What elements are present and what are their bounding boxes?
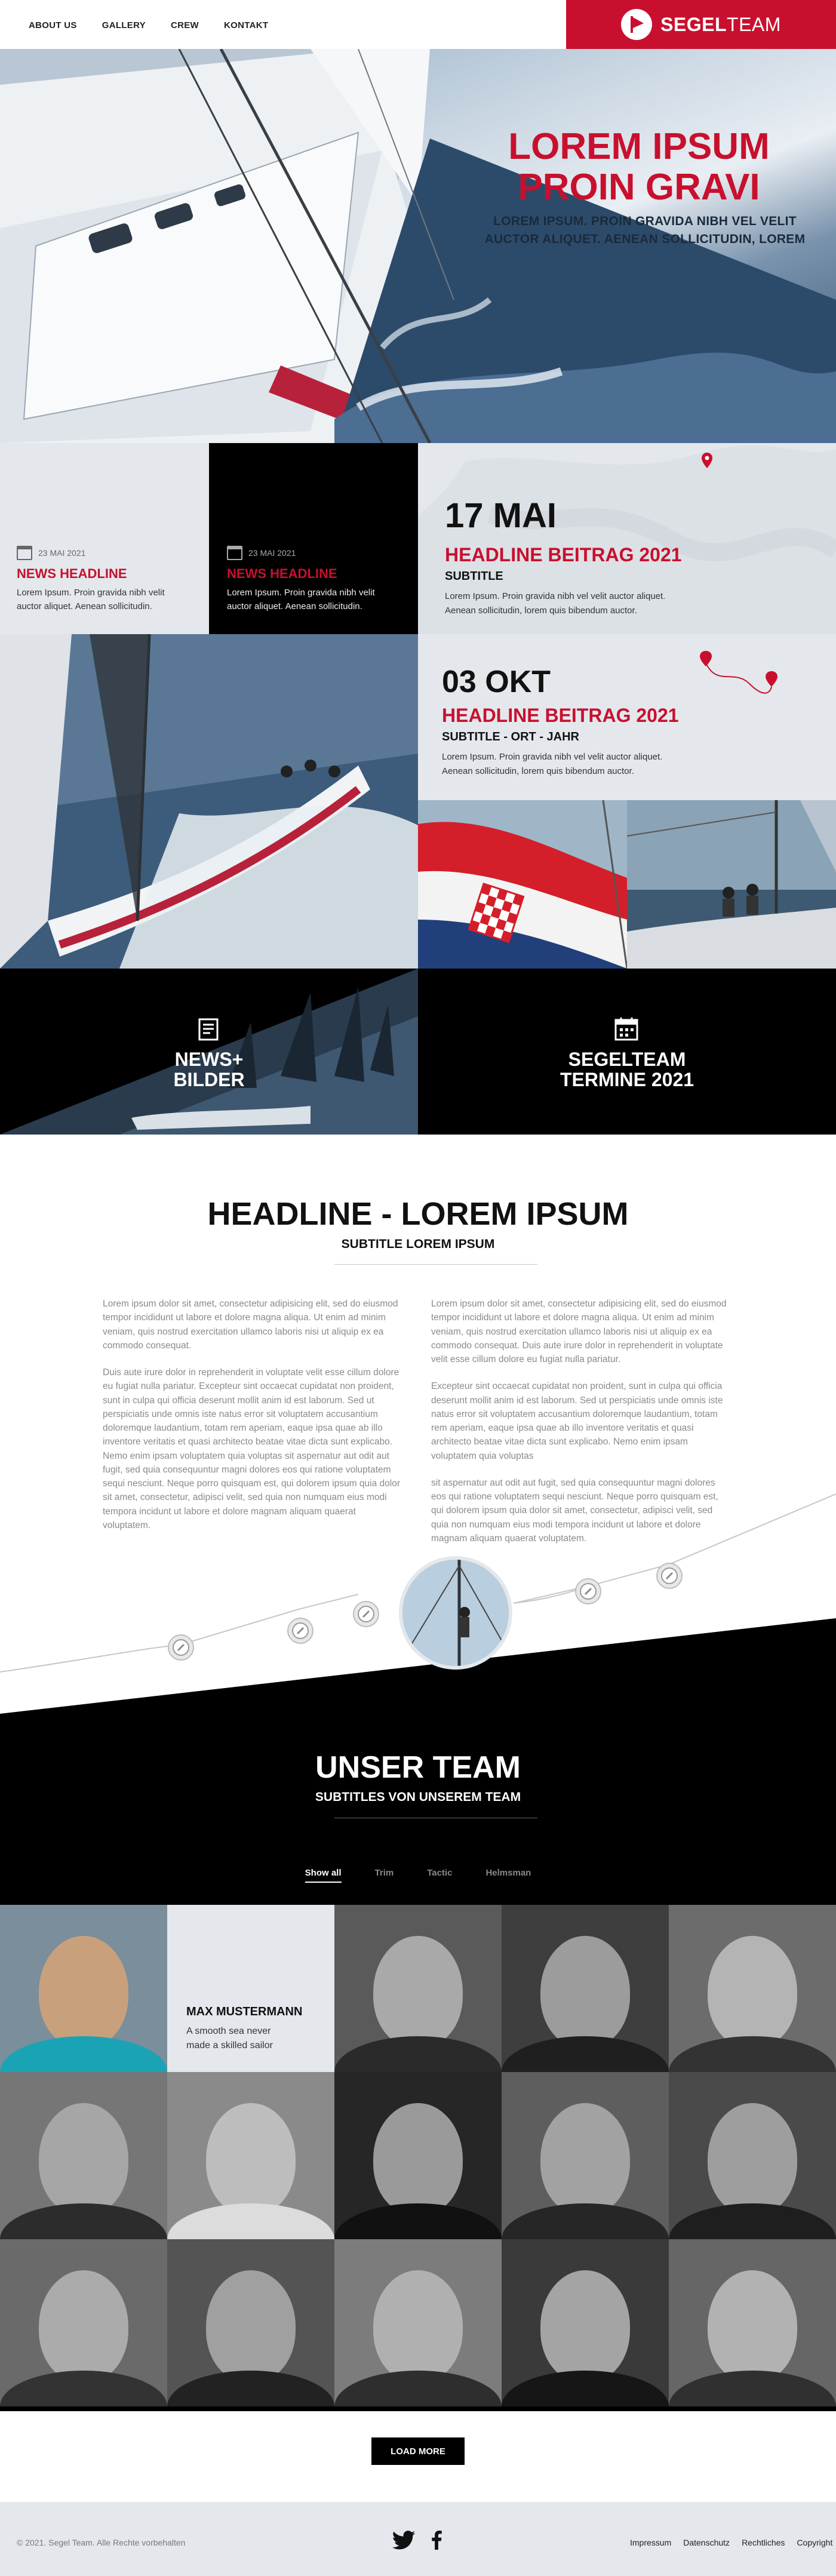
- team-member-photo[interactable]: [502, 2072, 669, 2239]
- racing-yacht-illustration: [0, 634, 418, 969]
- timeline-compass-icon[interactable]: [287, 1617, 314, 1647]
- brand-logo-block[interactable]: SEGELTEAM: [566, 0, 836, 49]
- team-filter-tabs: Show all Trim Tactic Helmsman: [0, 1868, 836, 1883]
- news-bilder-tile[interactable]: NEWS+ BILDER: [0, 969, 418, 1135]
- paragraph: Lorem ipsum dolor sit amet, consectetur …: [103, 1299, 398, 1351]
- event-subtitle: SUBTITLE: [445, 570, 503, 583]
- footer-link-datenschutz[interactable]: Datenschutz: [683, 2538, 730, 2547]
- nav-crew[interactable]: CREW: [171, 20, 199, 30]
- deck-illustration: [627, 800, 836, 969]
- footer-link-rechtliches[interactable]: Rechtliches: [742, 2538, 785, 2547]
- team-member-photo[interactable]: [334, 2072, 502, 2239]
- event-body: Lorem Ipsum. Proin gravida nibh vel veli…: [445, 591, 666, 616]
- footer-link-copyright[interactable]: Copyright: [797, 2538, 832, 2547]
- event-1[interactable]: 17 MAI HEADLINE BEITRAG 2021 SUBTITLE Lo…: [445, 496, 815, 618]
- termine-label: SEGELTEAM TERMINE 2021: [560, 1049, 694, 1090]
- facebook-icon[interactable]: [431, 2531, 442, 2553]
- paragraph: Excepteur sint occaecat cupidatat non pr…: [431, 1381, 723, 1461]
- news-body: Lorem Ipsum. Proin gravida nibh velit auc…: [227, 588, 375, 611]
- filter-helmsman[interactable]: Helmsman: [485, 1868, 531, 1883]
- timeline-compass-icon[interactable]: [656, 1562, 683, 1593]
- team-member-photo[interactable]: [502, 2239, 669, 2406]
- event-headline: HEADLINE BEITRAG 2021: [445, 544, 682, 565]
- hero-image: LOREM IPSUM PROIN GRAVI LOREM IPSUM. PRO…: [0, 49, 836, 443]
- timeline-featured-image[interactable]: [399, 1556, 512, 1670]
- calendar-icon: [17, 546, 32, 560]
- member-name: MAX MUSTERMANN: [186, 2005, 303, 2018]
- hero-title: LOREM IPSUM PROIN GRAVI: [508, 126, 770, 208]
- event-headline: HEADLINE BEITRAG 2021: [442, 705, 679, 726]
- event-body: Lorem Ipsum. Proin gravida nibh vel veli…: [442, 752, 663, 776]
- brand-name: SEGELTEAM: [660, 13, 781, 35]
- hero-subtitle: LOREM IPSUM. PROIN GRAVIDA NIBH VEL VELI…: [484, 214, 806, 247]
- nav-about-us[interactable]: ABOUT US: [29, 20, 77, 30]
- timeline-compass-icon[interactable]: [574, 1578, 602, 1608]
- event-date: 03 OKT: [442, 665, 551, 699]
- calendar-icon: [227, 546, 242, 560]
- crew-deck-image: [627, 800, 836, 969]
- news-date: 23 MAI 2021: [248, 548, 296, 558]
- nav-kontakt[interactable]: KONTAKT: [224, 20, 268, 30]
- news-date: 23 MAI 2021: [38, 548, 86, 558]
- diagonal-divider: [0, 443, 418, 461]
- nav-gallery[interactable]: GALLERY: [102, 20, 146, 30]
- team-title: UNSER TEAM: [315, 1750, 521, 1785]
- map-pin-icon: [702, 453, 712, 471]
- news-bilder-label: NEWS+ BILDER: [173, 1049, 245, 1090]
- news-body: Lorem Ipsum. Proin gravida nibh velit auc…: [17, 588, 165, 611]
- load-more-button[interactable]: LOAD MORE: [370, 2436, 466, 2466]
- twitter-icon[interactable]: [392, 2531, 416, 2553]
- team-member-photo[interactable]: [0, 2072, 167, 2239]
- team-member-photo[interactable]: [334, 2239, 502, 2406]
- team-member-photo[interactable]: [669, 2072, 836, 2239]
- termine-tile[interactable]: SEGELTEAM TERMINE 2021: [418, 969, 836, 1135]
- team-member-photo[interactable]: [334, 1905, 502, 2072]
- racing-yacht-image: [0, 634, 418, 969]
- team-member-photo[interactable]: [669, 1905, 836, 2072]
- team-subtitle: SUBTITLES VON UNSEREM TEAM: [315, 1790, 521, 1804]
- timeline-compass-icon[interactable]: [352, 1600, 380, 1631]
- content-headline: HEADLINE - LOREM IPSUM: [207, 1196, 629, 1232]
- news-headline: NEWS HEADLINE: [17, 566, 127, 581]
- paragraph: Lorem ipsum dolor sit amet, consectetur …: [431, 1299, 727, 1364]
- croatia-flag-image: [418, 800, 627, 969]
- member-bio: A smooth sea never made a skilled sailor: [186, 2026, 273, 2051]
- footer-links: Impressum Datenschutz Rechtliches Copyri…: [630, 2538, 832, 2547]
- team-member-photo[interactable]: [669, 2239, 836, 2406]
- footer-copyright: © 2021. Segel Team. Alle Rechte vorbehal…: [17, 2538, 186, 2547]
- team-member-photo[interactable]: [167, 2239, 334, 2406]
- timeline-compass-icon[interactable]: [167, 1634, 195, 1664]
- team-member-photo[interactable]: [167, 2072, 334, 2239]
- flag-logo-icon: [621, 9, 653, 40]
- news-headline: NEWS HEADLINE: [227, 566, 337, 581]
- team-member-info[interactable]: MAX MUSTERMANN A smooth sea never made a …: [167, 1905, 334, 2072]
- news-card-1[interactable]: 23 MAI 2021 NEWS HEADLINE Lorem Ipsum. P…: [0, 443, 209, 634]
- footer-link-impressum[interactable]: Impressum: [630, 2538, 671, 2547]
- flag-illustration: [418, 800, 627, 969]
- filter-trim[interactable]: Trim: [375, 1868, 394, 1883]
- filter-show-all[interactable]: Show all: [305, 1868, 342, 1883]
- news-icon: [197, 1018, 221, 1044]
- team-member-photo[interactable]: [0, 1905, 167, 2072]
- calendar-icon: [614, 1016, 639, 1044]
- event-date: 17 MAI: [445, 496, 557, 535]
- event-subtitle: SUBTITLE - ORT - JAHR: [442, 730, 579, 743]
- team-member-photo[interactable]: [502, 1905, 669, 2072]
- nav-links: ABOUT US GALLERY CREW KONTAKT: [29, 20, 268, 30]
- team-member-photo[interactable]: [0, 2239, 167, 2406]
- social-links: [392, 2531, 442, 2553]
- divider: [334, 1264, 537, 1265]
- filter-tactic[interactable]: Tactic: [427, 1868, 452, 1883]
- event-2[interactable]: 03 OKT HEADLINE BEITRAG 2021 SUBTITLE - …: [442, 664, 812, 779]
- content-subtitle: SUBTITLE LOREM IPSUM: [341, 1237, 495, 1251]
- news-card-2[interactable]: 23 MAI 2021 NEWS HEADLINE Lorem Ipsum. P…: [209, 443, 418, 634]
